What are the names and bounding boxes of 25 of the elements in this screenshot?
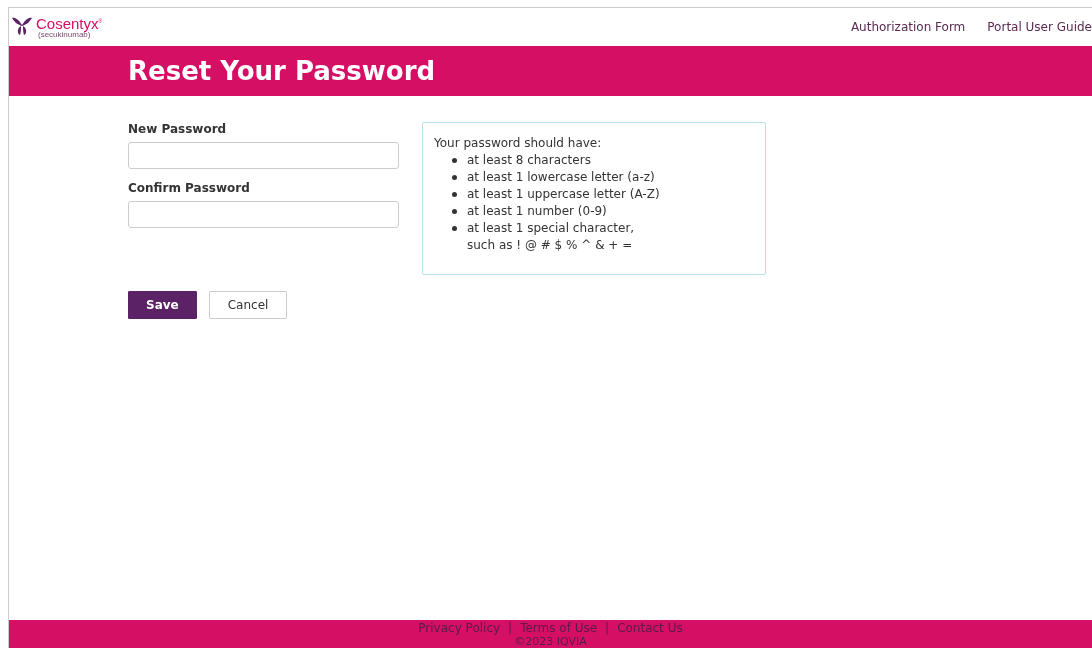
bullet-icon — [452, 175, 457, 180]
requirement-text: at least 8 characters — [467, 152, 591, 169]
brand-name: Cosentyx$^{®}$ — [36, 15, 103, 31]
requirement-text: at least 1 special character, such as ! @ # $ % ^ & + = — [467, 220, 635, 254]
copyright-text: ©2023 IQVIA — [514, 636, 587, 648]
password-field[interactable] — [128, 201, 399, 228]
requirement-text: at least 1 number (0-9) — [467, 203, 607, 220]
butterfly-logo-icon — [11, 15, 33, 36]
field-label: Confirm Password — [128, 181, 251, 195]
nav-link[interactable]: Authorization Form — [850, 20, 966, 34]
nav-link[interactable]: Portal User Guide — [987, 20, 1092, 34]
bullet-icon — [452, 158, 457, 163]
bullet-icon — [452, 226, 457, 231]
requirements-heading: Your password should have: — [434, 135, 603, 152]
bullet-icon — [452, 209, 457, 214]
password-field[interactable] — [128, 142, 399, 169]
requirement-text: at least 1 lowercase letter (a-z) — [467, 169, 655, 186]
field-label: New Password — [128, 122, 228, 136]
cancel-button[interactable]: Cancel — [208, 291, 288, 319]
separator-text: | — [508, 621, 513, 636]
page-title: Reset Your Password — [128, 56, 436, 86]
save-button[interactable]: Save — [128, 291, 197, 319]
bullet-icon — [452, 192, 457, 197]
separator-text: | — [605, 621, 610, 636]
requirement-text: at least 1 uppercase letter (A-Z) — [467, 186, 660, 203]
